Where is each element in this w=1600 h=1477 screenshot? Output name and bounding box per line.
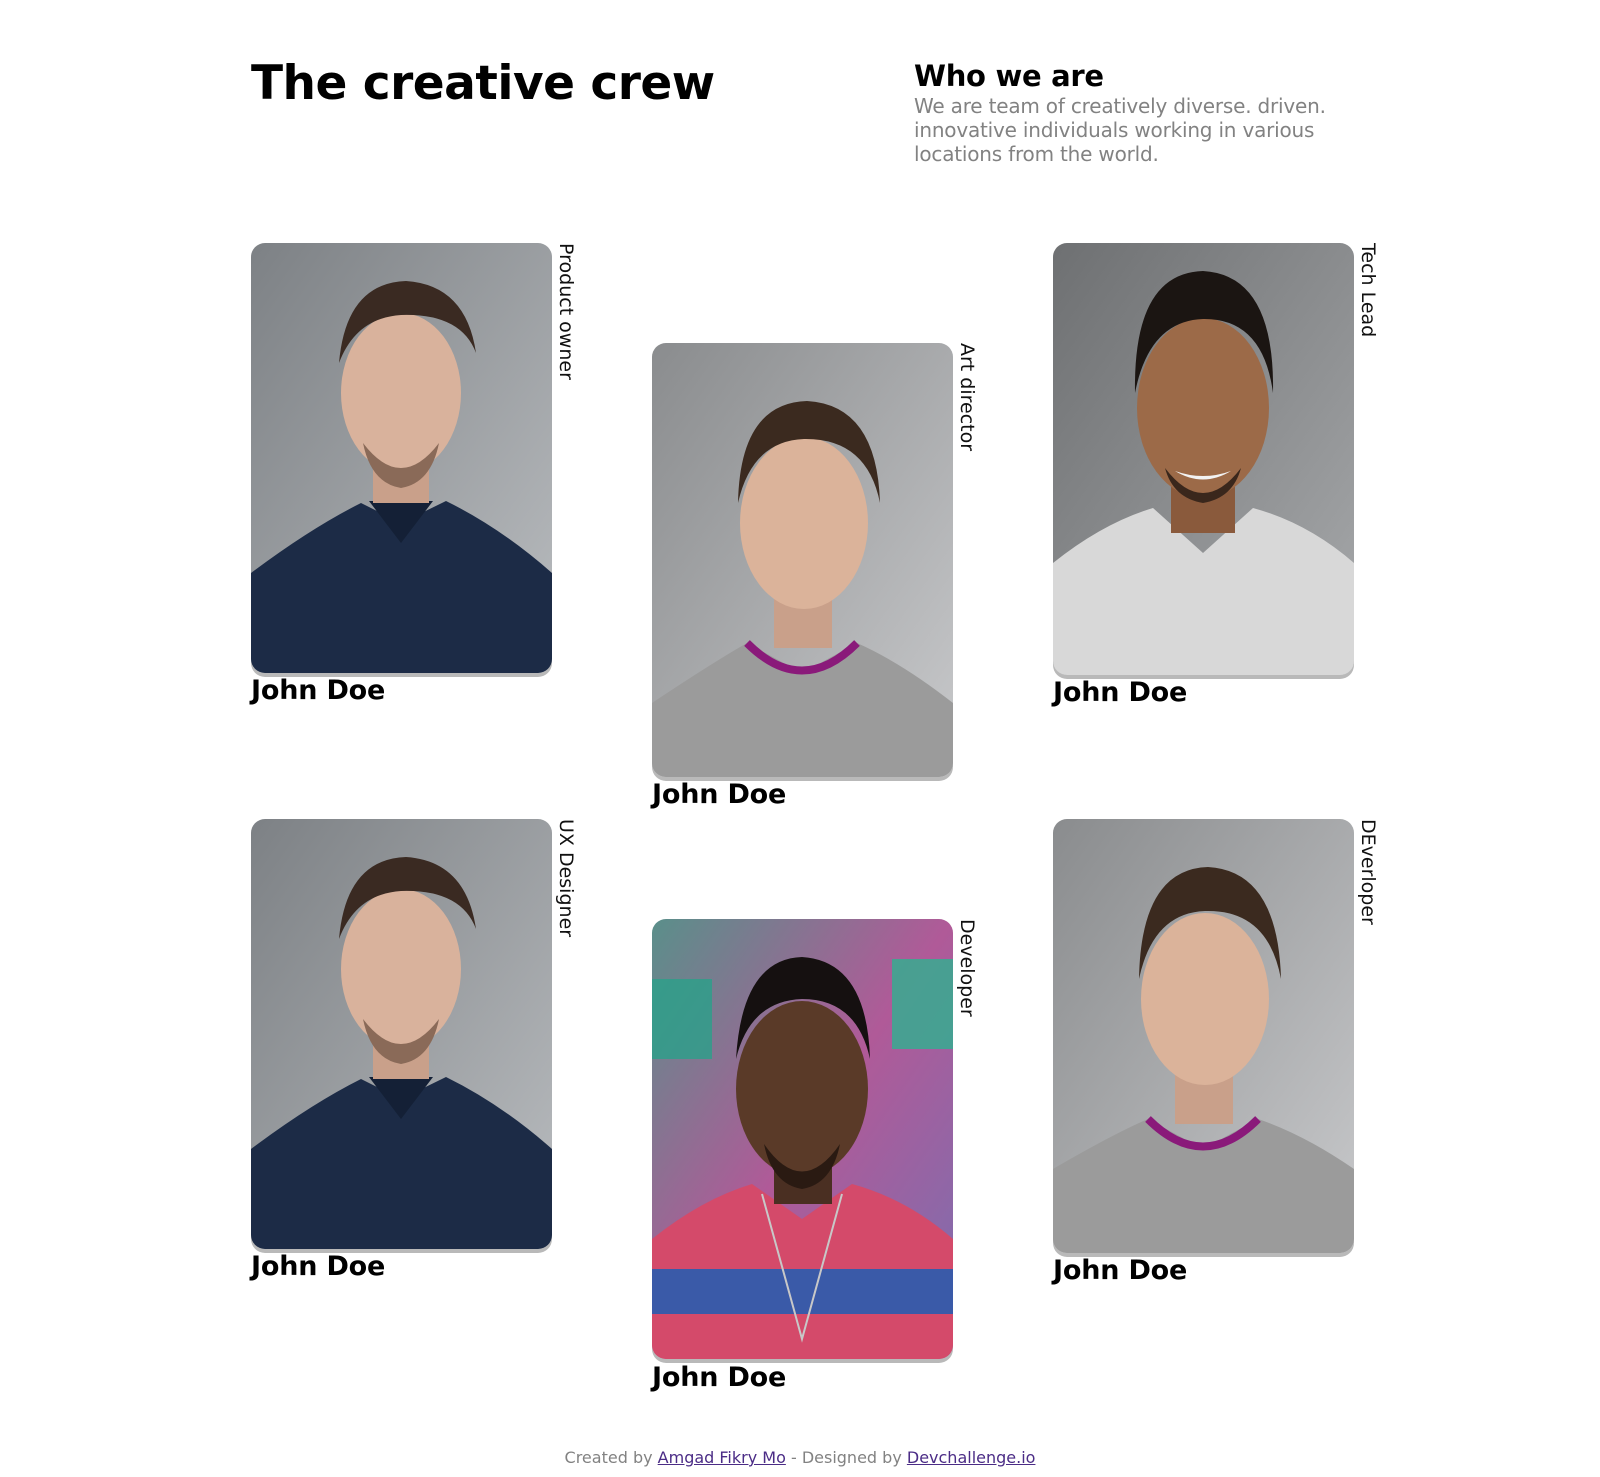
member-role: Developer bbox=[956, 919, 978, 1017]
about-heading: Who we are bbox=[914, 59, 1104, 93]
member-name: John Doe bbox=[652, 779, 787, 810]
member-photo bbox=[652, 919, 953, 1359]
about-section: Who we are We are team of creatively div… bbox=[914, 58, 1354, 166]
member-card: UX Designer John Doe bbox=[251, 819, 591, 1282]
designer-link[interactable]: Devchallenge.io bbox=[907, 1448, 1036, 1467]
member-photo bbox=[251, 819, 552, 1249]
member-name: John Doe bbox=[1053, 1255, 1188, 1286]
member-role: Product owner bbox=[555, 243, 577, 380]
member-photo bbox=[1053, 243, 1354, 675]
member-photo bbox=[1053, 819, 1354, 1253]
member-card: Developer John Doe bbox=[652, 919, 992, 1393]
member-card: Tech Lead John Doe bbox=[1053, 243, 1393, 708]
member-name: John Doe bbox=[251, 675, 386, 706]
member-photo bbox=[652, 343, 953, 777]
member-name: John Doe bbox=[1053, 677, 1188, 708]
member-card: Product owner John Doe bbox=[251, 243, 591, 706]
member-role: Art director bbox=[956, 343, 978, 452]
author-link[interactable]: Amgad Fikry Mo bbox=[658, 1448, 786, 1467]
member-photo bbox=[251, 243, 552, 673]
member-card: DEverloper John Doe bbox=[1053, 819, 1393, 1286]
page-title: The creative crew bbox=[251, 56, 715, 111]
footer: Created by Amgad Fikry Mo - Designed by … bbox=[0, 1448, 1600, 1467]
footer-created-text: Created by bbox=[564, 1448, 653, 1467]
footer-designed-text: - Designed by bbox=[790, 1448, 902, 1467]
member-card: Art director John Doe bbox=[652, 343, 992, 810]
about-text: We are team of creatively diverse. drive… bbox=[914, 94, 1326, 166]
member-name: John Doe bbox=[251, 1251, 386, 1282]
member-role: Tech Lead bbox=[1357, 243, 1379, 338]
member-role: DEverloper bbox=[1357, 819, 1379, 925]
member-role: UX Designer bbox=[555, 819, 577, 938]
member-name: John Doe bbox=[652, 1362, 787, 1393]
page: The creative crew Who we are We are team… bbox=[0, 0, 1600, 1477]
